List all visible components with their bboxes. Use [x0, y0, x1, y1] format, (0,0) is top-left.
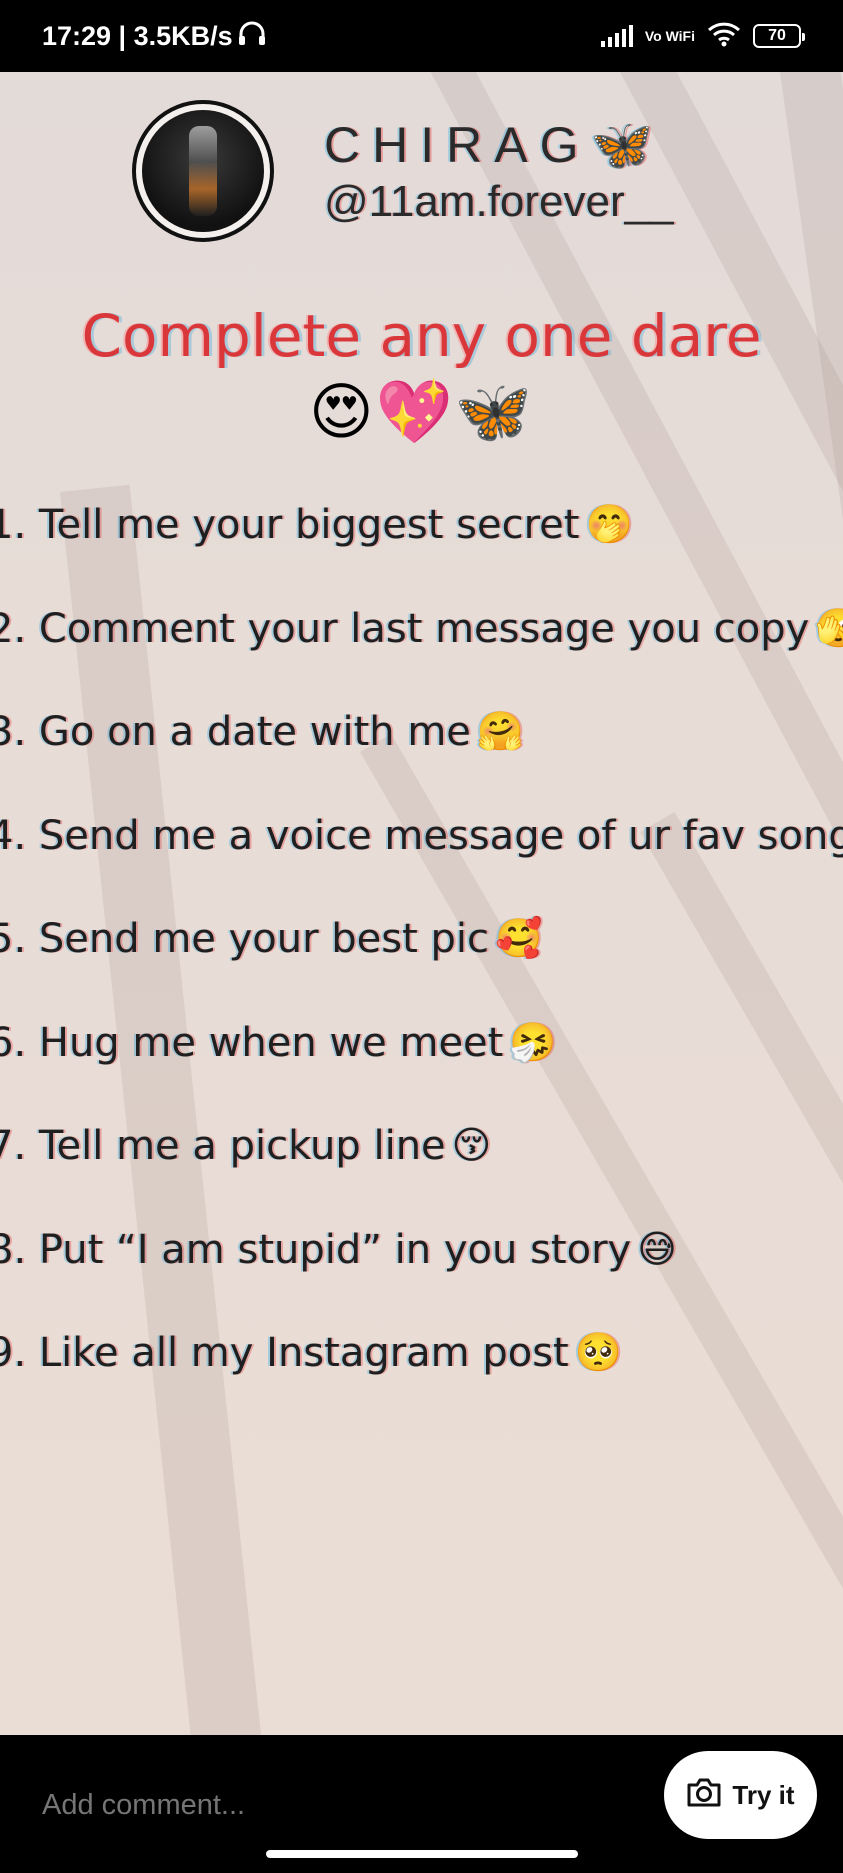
comment-input[interactable] — [42, 1789, 602, 1822]
dare-list: 1. Tell me your biggest secret 🤭 2. Comme… — [0, 502, 843, 1434]
dare-emoji: 🤧 — [509, 1019, 557, 1064]
dare-item: 4. Send me a voice message of ur fav son… — [0, 813, 843, 917]
dare-text: 3. Go on a date with me — [0, 709, 471, 755]
dare-text: 1. Tell me your biggest secret — [0, 502, 580, 548]
wifi-icon — [707, 21, 741, 51]
dare-emoji: 🥰 — [495, 916, 543, 960]
dare-emoji: 🫣 — [815, 605, 843, 650]
battery-icon: 70 — [753, 24, 805, 48]
dare-text: 9. Like all my Instagram post — [0, 1330, 569, 1376]
profile-handle: @11am.forever__ — [324, 176, 674, 226]
dare-emoji: 🤭 — [585, 502, 633, 546]
status-right: Vo WiFi 70 — [600, 21, 805, 51]
dare-text: 8. Put “I am stupid” in you story — [0, 1226, 632, 1273]
status-left: 17:29 | 3.5KB/s — [42, 19, 267, 54]
dare-emoji: 🤗 — [476, 709, 525, 753]
profile-header: CHIRAG🦋 @11am.forever__ — [132, 100, 674, 242]
camera-icon — [686, 1776, 722, 1815]
dare-item: 7. Tell me a pickup line 😚 — [0, 1123, 843, 1227]
dare-item: 8. Put “I am stupid” in you story 😅 — [0, 1227, 843, 1331]
dare-text: 2. Comment your last message you copy — [0, 605, 810, 652]
headphones-icon — [237, 19, 267, 54]
post-image: CHIRAG🦋 @11am.forever__ Complete any one… — [0, 72, 843, 1735]
avatar — [132, 100, 274, 242]
battery-level: 70 — [768, 27, 786, 44]
status-bar: 17:29 | 3.5KB/s Vo WiFi 70 — [0, 0, 843, 72]
dare-item: 2. Comment your last message you copy 🫣 — [0, 606, 843, 710]
dare-item: 6. Hug me when we meet 🤧 — [0, 1020, 843, 1124]
dare-emoji: 😚 — [451, 1123, 492, 1167]
profile-name: CHIRAG🦋 — [324, 116, 665, 173]
dare-text: 4. Send me a voice message of ur fav son… — [0, 812, 843, 859]
app-screen: 17:29 | 3.5KB/s Vo WiFi 70 CHIRAG🦋 @11am… — [0, 0, 843, 1873]
dare-item: 3. Go on a date with me 🤗 — [0, 709, 843, 813]
try-it-label: Try it — [732, 1779, 795, 1810]
status-time-speed: 17:29 | 3.5KB/s — [42, 20, 233, 51]
dare-emoji: 🥺 — [574, 1330, 623, 1374]
dare-text: 7. Tell me a pickup line — [0, 1123, 446, 1169]
headline-emojis: 😍💖🦋 — [308, 375, 535, 448]
signal-icon — [600, 25, 633, 47]
dare-item: 1. Tell me your biggest secret 🤭 — [0, 502, 843, 606]
vowifi-label: Vo WiFi — [644, 27, 695, 44]
try-it-button[interactable]: Try it — [664, 1751, 817, 1839]
headline: Complete any one dare — [81, 302, 762, 370]
dare-item: 9. Like all my Instagram post 🥺 — [0, 1330, 843, 1434]
dare-text: 5. Send me your best pic — [0, 916, 490, 962]
profile-text: CHIRAG🦋 @11am.forever__ — [324, 116, 674, 227]
home-indicator[interactable] — [266, 1850, 578, 1858]
dare-text: 6. Hug me when we meet — [0, 1019, 504, 1066]
dare-item: 5. Send me your best pic 🥰 — [0, 916, 843, 1020]
dare-emoji: 😅 — [637, 1226, 677, 1271]
